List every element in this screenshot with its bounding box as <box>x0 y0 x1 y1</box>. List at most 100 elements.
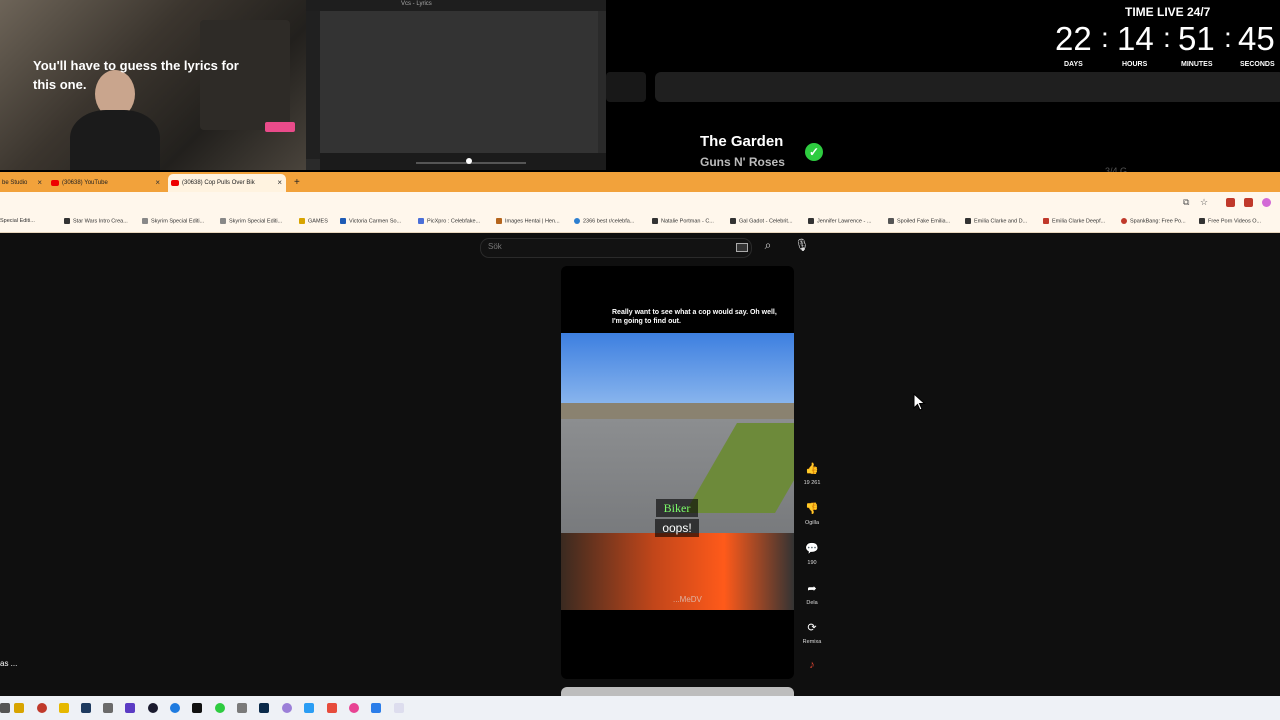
bookmark-item[interactable]: Gal Gadot - Celebrit... <box>730 218 793 224</box>
browser-toolbar: ⧉ ☆ <box>0 192 1280 214</box>
star-icon[interactable]: ☆ <box>1200 197 1208 208</box>
app-icon[interactable] <box>148 703 158 713</box>
photoshop-icon[interactable] <box>259 703 269 713</box>
bookmark-item[interactable]: Emilia Clarke Deepf... <box>1043 218 1105 224</box>
video-player[interactable]: ...MeDV <box>561 333 794 610</box>
comments-button[interactable]: 💬 190 <box>802 542 822 566</box>
app-icon[interactable] <box>349 703 359 713</box>
clock-separator: : <box>1224 22 1232 53</box>
bookmark-item[interactable]: Skyrim Special Editi... <box>142 218 204 224</box>
folder-icon[interactable] <box>14 703 24 713</box>
sound-button[interactable]: ♪ <box>802 658 822 672</box>
bookmark-item[interactable]: 2366 best r/celebfa... <box>574 218 634 224</box>
app-icon[interactable] <box>282 703 292 713</box>
lyrics-panel <box>320 11 598 153</box>
app-icon[interactable] <box>81 703 91 713</box>
start-icon[interactable] <box>0 703 10 713</box>
lyrics-prompt: You'll have to guess the lyrics for this… <box>33 58 239 92</box>
bookmark-icon <box>574 218 580 224</box>
video-buildings <box>561 403 794 419</box>
song-title: The Garden <box>700 133 784 150</box>
mouse-cursor-icon <box>913 393 926 411</box>
comments-count: 190 <box>807 560 817 566</box>
tab-youtube[interactable]: (30638) YouTube × <box>48 174 164 192</box>
streamer-body <box>70 110 160 170</box>
bookmarks-bar: Special Editi... Star Wars Intro Crea...… <box>0 214 1280 233</box>
overlay-bar <box>655 72 1280 102</box>
app-icon[interactable] <box>371 703 381 713</box>
thumbs-up-icon: 👍 <box>805 463 819 475</box>
extension-icon[interactable] <box>1244 198 1253 207</box>
subtitle-line: oops! <box>655 519 699 537</box>
app-icon[interactable] <box>304 703 314 713</box>
close-icon[interactable]: × <box>155 174 160 192</box>
bookmark-item[interactable]: Skyrim Special Editi... <box>220 218 282 224</box>
video-sky <box>561 333 794 408</box>
app-icon[interactable] <box>37 703 47 713</box>
app-icon[interactable] <box>327 703 337 713</box>
like-button[interactable]: 👍 19 261 <box>802 462 822 486</box>
profile-avatar[interactable] <box>1262 198 1271 207</box>
bookmark-item[interactable]: Images Hentai | Hen... <box>496 218 560 224</box>
bookmark-icon <box>496 218 502 224</box>
clock-days-label: DAYS <box>1064 61 1083 68</box>
app-icon[interactable] <box>394 703 404 713</box>
folder-icon <box>299 218 305 224</box>
music-icon: ♪ <box>809 659 815 671</box>
close-icon[interactable]: × <box>37 174 42 192</box>
taskbar <box>0 696 1280 720</box>
bookmark-item[interactable]: Star Wars Intro Crea... <box>64 218 128 224</box>
lyrics-titlebar: Vcs - Lyrics <box>306 0 606 11</box>
bookmark-item[interactable]: Natalie Portman - C... <box>652 218 714 224</box>
clock-days: 22 <box>1055 20 1092 57</box>
bookmark-item[interactable]: PicXpro : Celebfake... <box>418 218 480 224</box>
bookmark-icon <box>340 218 346 224</box>
remix-label: Remixa <box>802 639 822 645</box>
bookmark-icon <box>418 218 424 224</box>
subtitle-speaker: Biker <box>656 499 698 517</box>
share-button[interactable]: ➦ Dela <box>802 582 822 606</box>
new-tab-button[interactable]: + <box>290 174 306 192</box>
clock-separator: : <box>1163 22 1171 53</box>
search-input[interactable] <box>480 238 752 258</box>
extension-icon[interactable] <box>1226 198 1235 207</box>
bookmark-item[interactable]: GAMES <box>299 218 328 224</box>
close-icon[interactable]: × <box>277 174 282 192</box>
dislike-button[interactable]: 👎 Ogilla <box>802 502 822 526</box>
bookmark-item[interactable]: Spoiled Fake Emilia... <box>888 218 950 224</box>
check-icon: ✓ <box>805 143 823 161</box>
bookmark-item[interactable]: Victoria Carmen So... <box>340 218 401 224</box>
keyboard-icon[interactable] <box>736 243 748 252</box>
youtube-icon <box>171 180 179 186</box>
comment-icon: 💬 <box>805 543 819 555</box>
bookmark-item[interactable]: Jennifer Lawrence - ... <box>808 218 871 224</box>
player-controls <box>320 153 606 170</box>
search-icon[interactable]: ⌕ <box>758 238 778 256</box>
bookmark-item[interactable]: Emilia Clarke and D... <box>965 218 1027 224</box>
play-icon[interactable] <box>466 158 472 164</box>
remix-icon: ⟳ <box>807 622 817 634</box>
heart-icon <box>1121 218 1127 224</box>
app-icon[interactable] <box>59 703 69 713</box>
bookmark-item[interactable]: SpankBang: Free Po... <box>1121 218 1186 224</box>
video-caption: Really want to see what a cop would say.… <box>612 309 777 325</box>
tab-label: (30638) Cop Pulls Over Bik <box>182 180 255 186</box>
rgb-keyboard <box>265 122 295 132</box>
app-icon[interactable] <box>192 703 202 713</box>
app-icon[interactable] <box>215 703 225 713</box>
like-count: 19 261 <box>803 480 821 486</box>
bookmark-icon <box>730 218 736 224</box>
tab-cop-video[interactable]: (30638) Cop Pulls Over Bik × <box>168 174 286 192</box>
tab-studio[interactable]: be Studio × <box>0 174 46 192</box>
app-icon[interactable] <box>125 703 135 713</box>
bookmark-item[interactable]: Special Editi... <box>0 218 35 224</box>
app-icon[interactable] <box>237 703 247 713</box>
bookmark-icon <box>1199 218 1205 224</box>
bookmark-item[interactable]: Free Porn Videos O... <box>1199 218 1261 224</box>
microphone-icon[interactable]: 🎙 <box>792 238 812 256</box>
remix-button[interactable]: ⟳ Remixa <box>802 621 822 645</box>
clock-hours-label: HOURS <box>1122 61 1148 68</box>
cast-icon[interactable]: ⧉ <box>1183 197 1189 208</box>
app-icon[interactable] <box>170 703 180 713</box>
app-icon[interactable] <box>103 703 113 713</box>
